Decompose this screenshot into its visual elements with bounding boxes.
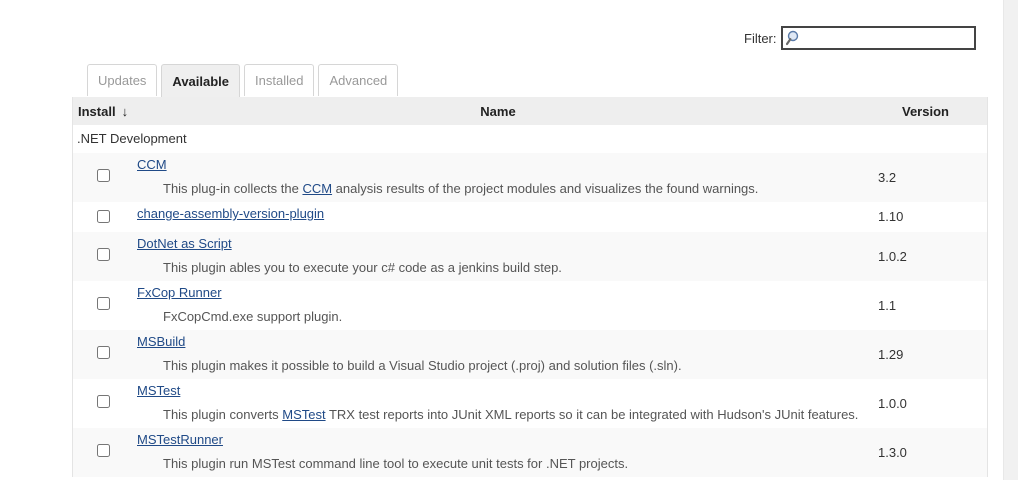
plugin-description: This plug-in collects the CCM analysis r…: [163, 181, 759, 196]
install-checkbox-mstest[interactable]: [97, 395, 110, 408]
vertical-scrollbar[interactable]: [1003, 0, 1018, 480]
plugin-link-fxcop-runner[interactable]: FxCop Runner: [137, 285, 222, 300]
plugin-description: This plugin converts MSTest TRX test rep…: [163, 407, 859, 422]
install-checkbox-ccm[interactable]: [97, 169, 110, 182]
install-checkbox-fxcop-runner[interactable]: [97, 297, 110, 310]
plugin-version: 3.2: [878, 170, 897, 185]
filter-box[interactable]: [780, 26, 976, 50]
plugin-version: 1.10: [878, 209, 904, 224]
magnifier-icon: [785, 30, 798, 46]
ccm-description-link[interactable]: CCM: [302, 181, 332, 196]
category-label: .NET Development: [77, 131, 187, 146]
version-column-header[interactable]: Version: [902, 104, 949, 119]
plugin-link-mstestrunner[interactable]: MSTestRunner: [137, 432, 223, 447]
table-row: change-assembly-version-plugin 1.10: [73, 202, 987, 232]
table-row: FxCop Runner FxCopCmd.exe support plugin…: [73, 281, 987, 330]
mstest-description-link[interactable]: MSTest: [282, 407, 325, 422]
plugin-version: 1.3.0: [878, 445, 907, 460]
install-checkbox-mstestrunner[interactable]: [97, 444, 110, 457]
plugin-link-dotnet-as-script[interactable]: DotNet as Script: [137, 236, 232, 251]
install-checkbox-dotnet-as-script[interactable]: [97, 248, 110, 261]
table-row: MSBuild This plugin makes it possible to…: [73, 330, 987, 379]
plugin-description: FxCopCmd.exe support plugin.: [163, 309, 343, 324]
tab-advanced[interactable]: Advanced: [318, 64, 399, 96]
install-checkbox-change-assembly-version[interactable]: [97, 210, 110, 223]
plugin-version: 1.0.2: [878, 249, 907, 264]
table-row: CCM This plug-in collects the CCM analys…: [73, 153, 987, 202]
plugin-link-change-assembly-version[interactable]: change-assembly-version-plugin: [137, 206, 324, 221]
tab-available[interactable]: Available: [161, 64, 241, 97]
plugins-table: Install ↓ Name Version .NET Development C…: [72, 97, 988, 477]
category-row: .NET Development: [73, 125, 987, 153]
plugin-link-msbuild[interactable]: MSBuild: [137, 334, 185, 349]
plugin-link-ccm[interactable]: CCM: [137, 157, 167, 172]
install-checkbox-msbuild[interactable]: [97, 346, 110, 359]
plugin-description: This plugin ables you to execute your c#…: [163, 260, 562, 275]
tab-updates[interactable]: Updates: [87, 64, 158, 96]
plugin-description: This plugin run MSTest command line tool…: [163, 456, 629, 471]
table-row: MSTestRunner This plugin run MSTest comm…: [73, 428, 987, 477]
filter-input[interactable]: [800, 28, 975, 48]
plugin-version: 1.0.0: [878, 396, 907, 411]
table-header: Install ↓ Name Version: [73, 97, 987, 125]
name-column-header[interactable]: Name: [73, 104, 923, 119]
tab-installed[interactable]: Installed: [244, 64, 315, 96]
plugin-version: 1.29: [878, 347, 904, 362]
plugin-link-mstest[interactable]: MSTest: [137, 383, 180, 398]
table-row: DotNet as Script This plugin ables you t…: [73, 232, 987, 281]
plugin-version: 1.1: [878, 298, 897, 313]
plugin-description: This plugin makes it possible to build a…: [163, 358, 682, 373]
table-row: MSTest This plugin converts MSTest TRX t…: [73, 379, 987, 428]
filter-area: Filter:: [744, 26, 976, 50]
filter-label: Filter:: [744, 30, 777, 46]
plugin-manager-tabs: Updates Available Installed Advanced: [87, 64, 402, 97]
